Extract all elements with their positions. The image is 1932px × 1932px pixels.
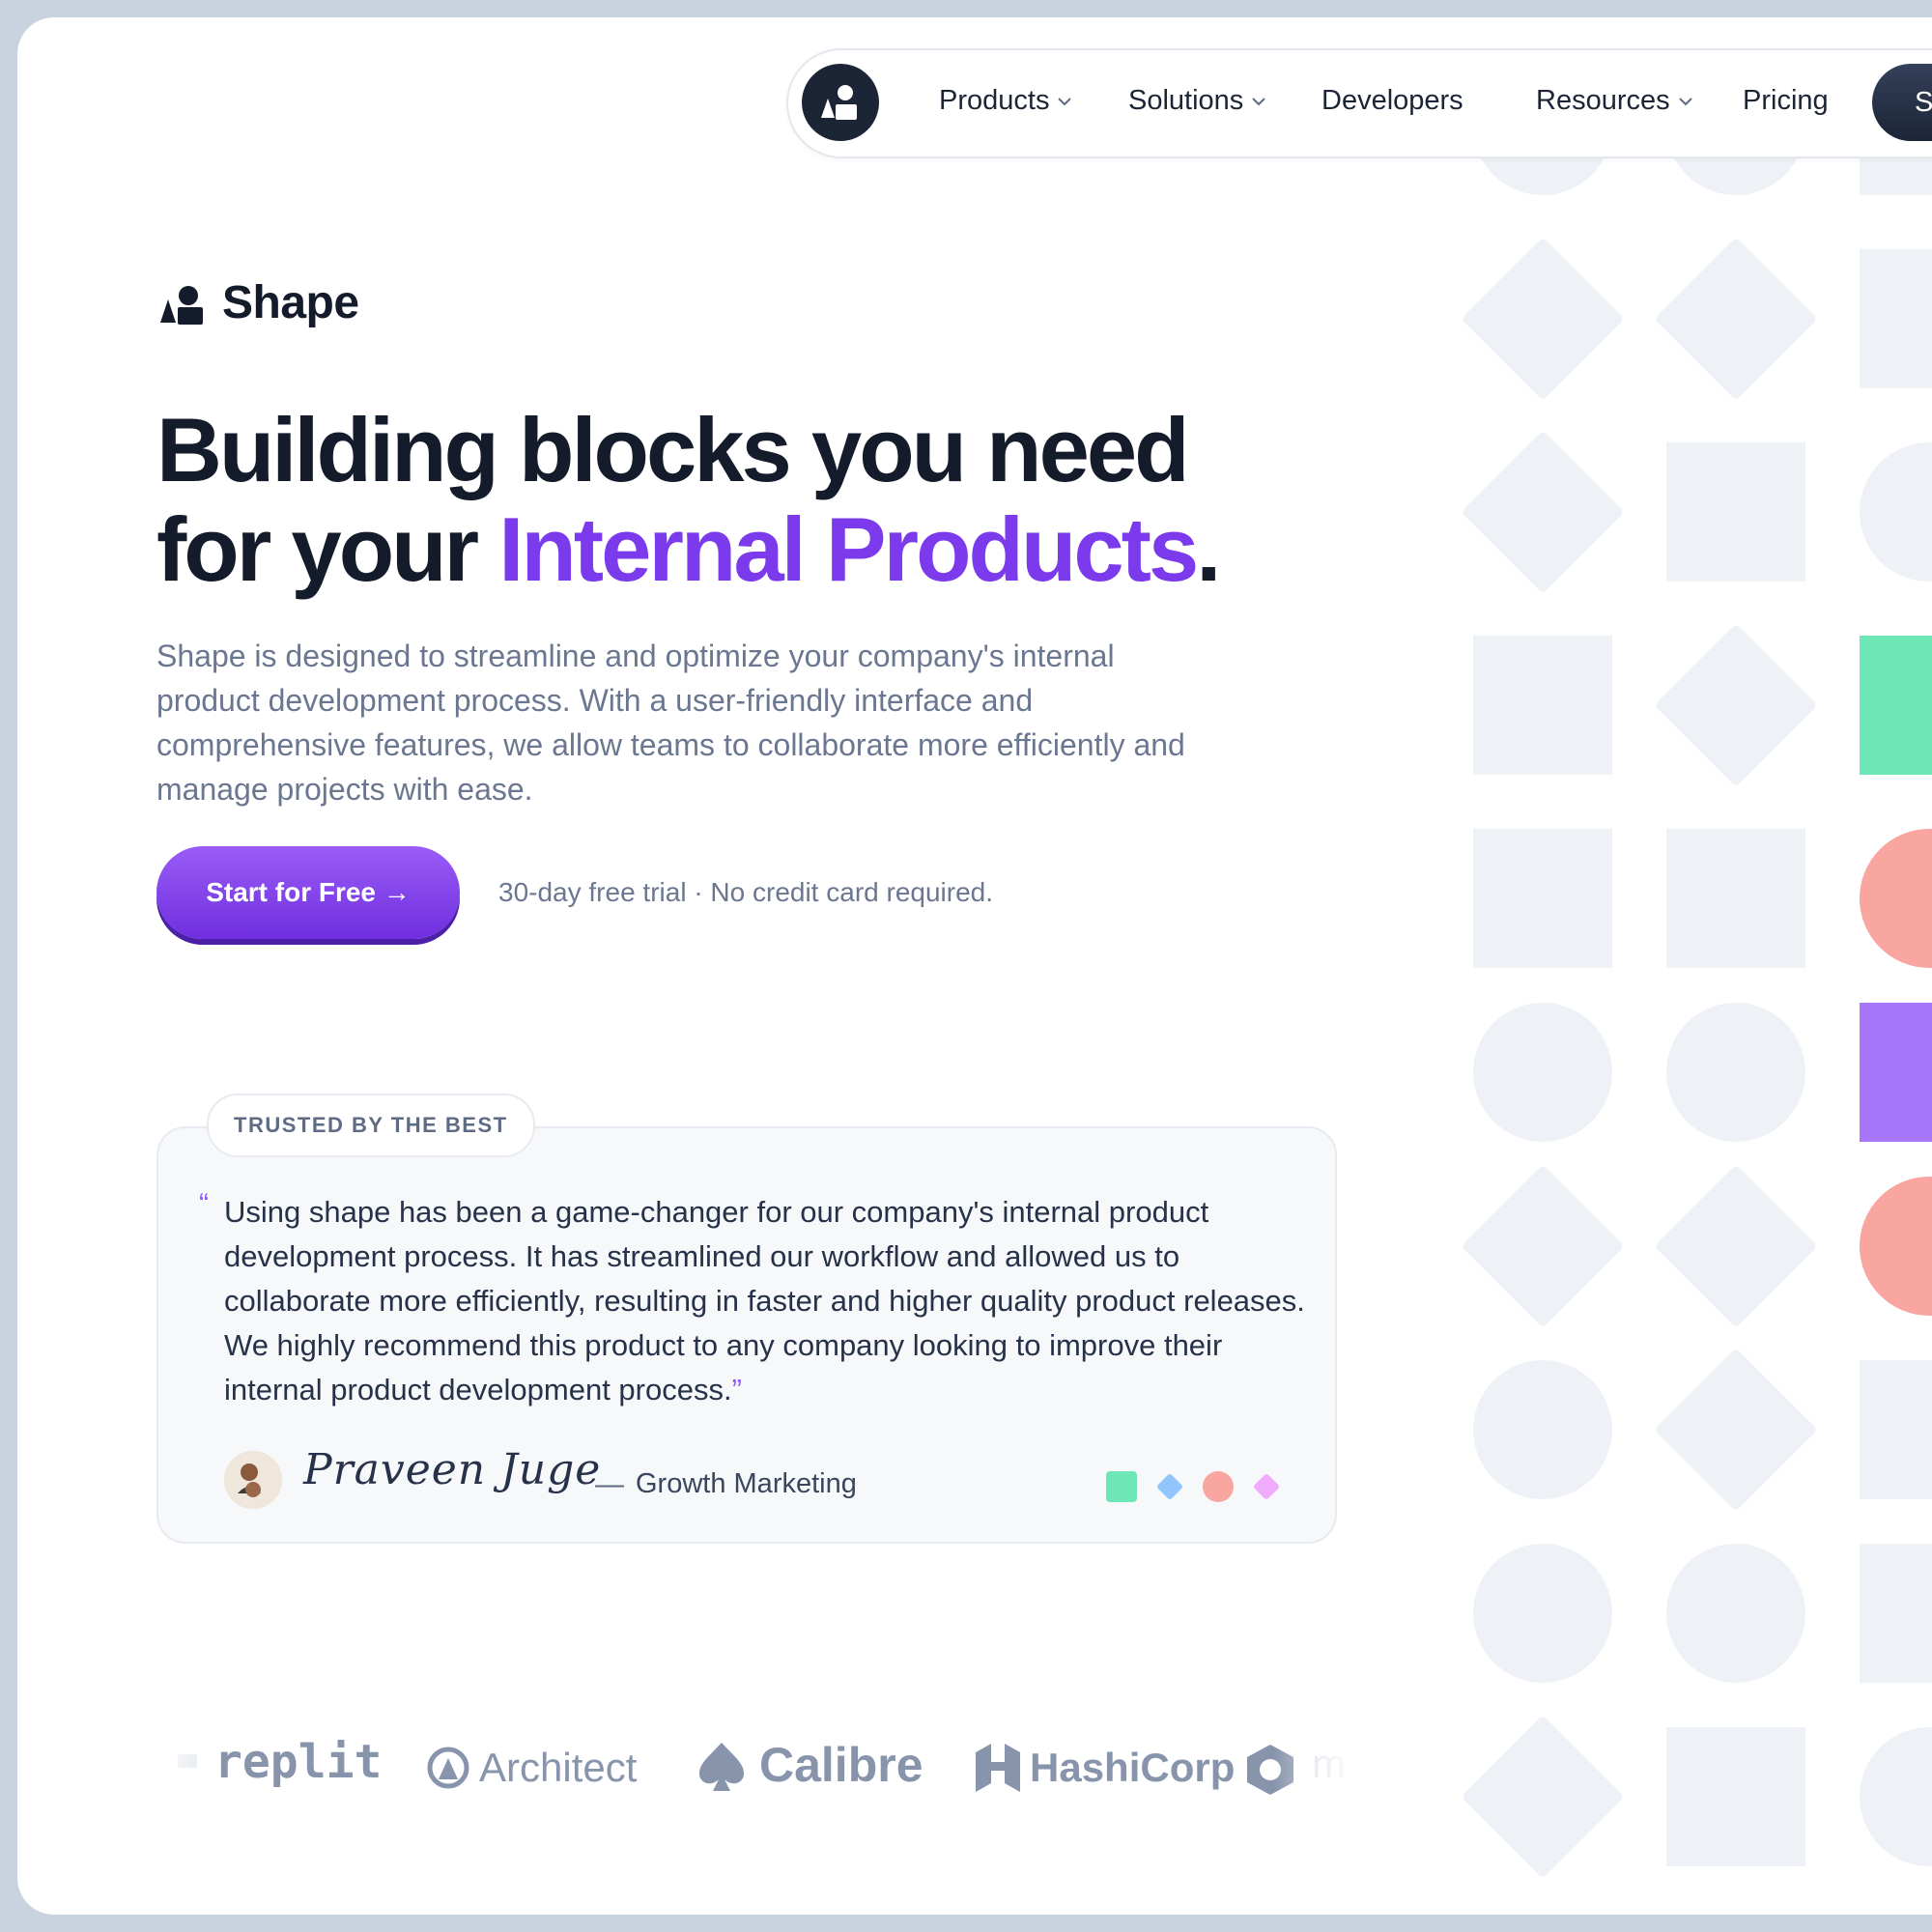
logo-fade-left [153,1718,211,1814]
headline-prefix: for your [156,498,499,600]
quote-body: Using shape has been a game-changer for … [224,1195,1305,1406]
decorative-diamond [1461,1715,1625,1879]
nav-item-developers[interactable]: Developers [1321,85,1463,117]
chevron-down-icon [1058,98,1072,106]
decorative-square [1473,829,1612,968]
shape-logo-icon [160,286,203,325]
nav-item-resources-label: Resources [1536,85,1670,116]
decorative-diamond [1654,1348,1818,1512]
decorative-square [1666,442,1805,582]
replit-logo: replit [214,1735,383,1789]
avatar [224,1451,282,1509]
decorative-square [1860,1544,1932,1683]
decorative-circle [1666,1003,1805,1142]
decorative-circle [1473,1544,1612,1683]
decorative-square [1860,249,1932,388]
hero-headline: Building blocks you need for your Intern… [156,400,1267,599]
decorative-circle [1473,1003,1612,1142]
decorative-diamond [1461,237,1625,401]
pink-diamond-icon [1250,1470,1283,1503]
signature-dash: — [595,1468,624,1500]
shape-logo-icon [821,85,857,120]
architect-logo: Architect [479,1745,638,1790]
decorative-circle [1860,1727,1932,1866]
nav-item-products-label: Products [939,85,1050,116]
decorative-coral-circle [1860,829,1932,968]
hashicorp-logo-icon [972,1741,1024,1800]
top-navigation: Products Solutions Developers Resources … [786,48,1932,158]
nav-item-developers-label: Developers [1321,85,1463,116]
calibre-logo-icon [697,1741,746,1798]
nav-item-solutions[interactable]: Solutions [1128,85,1268,117]
chevron-down-icon [1678,98,1692,106]
decorative-diamond [1461,1164,1625,1328]
nav-item-resources[interactable]: Resources [1536,85,1695,117]
start-for-free-button[interactable]: Start for Free → [156,846,460,939]
decorative-square [1666,1727,1805,1866]
decorative-coral-circle [1860,1177,1932,1316]
close-quote-mark: ” [731,1373,742,1406]
cta-note: 30-day free trial · No credit card requi… [498,877,993,907]
nav-item-pricing[interactable]: Pricing [1743,85,1829,117]
decorative-green-square [1860,636,1932,775]
brand-name: Shape [222,277,359,328]
headline-accent: Internal Products [498,498,1199,600]
avatar-photo-icon [224,1451,282,1509]
author-signature: Praveen Juge [303,1445,602,1494]
decorative-diamond [1654,1164,1818,1328]
decorative-circle [1473,1360,1612,1499]
author-role: Growth Marketing [636,1468,857,1499]
nav-item-solutions-label: Solutions [1128,85,1244,116]
browser-frame: Products Solutions Developers Resources … [17,17,1932,1915]
nav-item-products[interactable]: Products [939,85,1074,117]
headline-line-2: for your Internal Products. [156,499,1267,599]
open-quote-mark: “ [199,1188,209,1220]
calibre-logo: Calibre [759,1738,923,1792]
nav-item-pricing-label: Pricing [1743,85,1829,116]
headline-line-1: Building blocks you need [156,399,1190,500]
green-square-icon [1105,1470,1138,1503]
blue-diamond-icon [1153,1470,1186,1503]
nav-logo-button[interactable] [802,64,879,141]
logo-fade-right [1273,1718,1360,1814]
decorative-square [1666,829,1805,968]
customer-logos: replit Architect Calibre HashiCorp m [172,1727,1352,1814]
nav-signup-button[interactable]: S [1872,64,1932,141]
architect-logo-icon [427,1747,469,1794]
testimonial-quote: Using shape has been a game-changer for … [224,1190,1316,1412]
decorative-circle [1860,442,1932,582]
trusted-badge: TRUSTED BY THE BEST [207,1094,535,1157]
decorative-diamond [1654,623,1818,787]
decorative-violet-square [1860,1003,1932,1142]
hero-description: Shape is designed to streamline and opti… [156,639,1185,807]
hashicorp-logo: HashiCorp [1030,1745,1236,1790]
decorative-square [1473,636,1612,775]
chevron-down-icon [1252,98,1266,106]
decorative-circle [1666,1544,1805,1683]
headline-suffix: . [1196,498,1221,600]
coral-circle-icon [1202,1470,1235,1503]
decorative-square [1860,1360,1932,1499]
decorative-diamond [1654,237,1818,401]
decorative-diamond [1461,430,1625,594]
